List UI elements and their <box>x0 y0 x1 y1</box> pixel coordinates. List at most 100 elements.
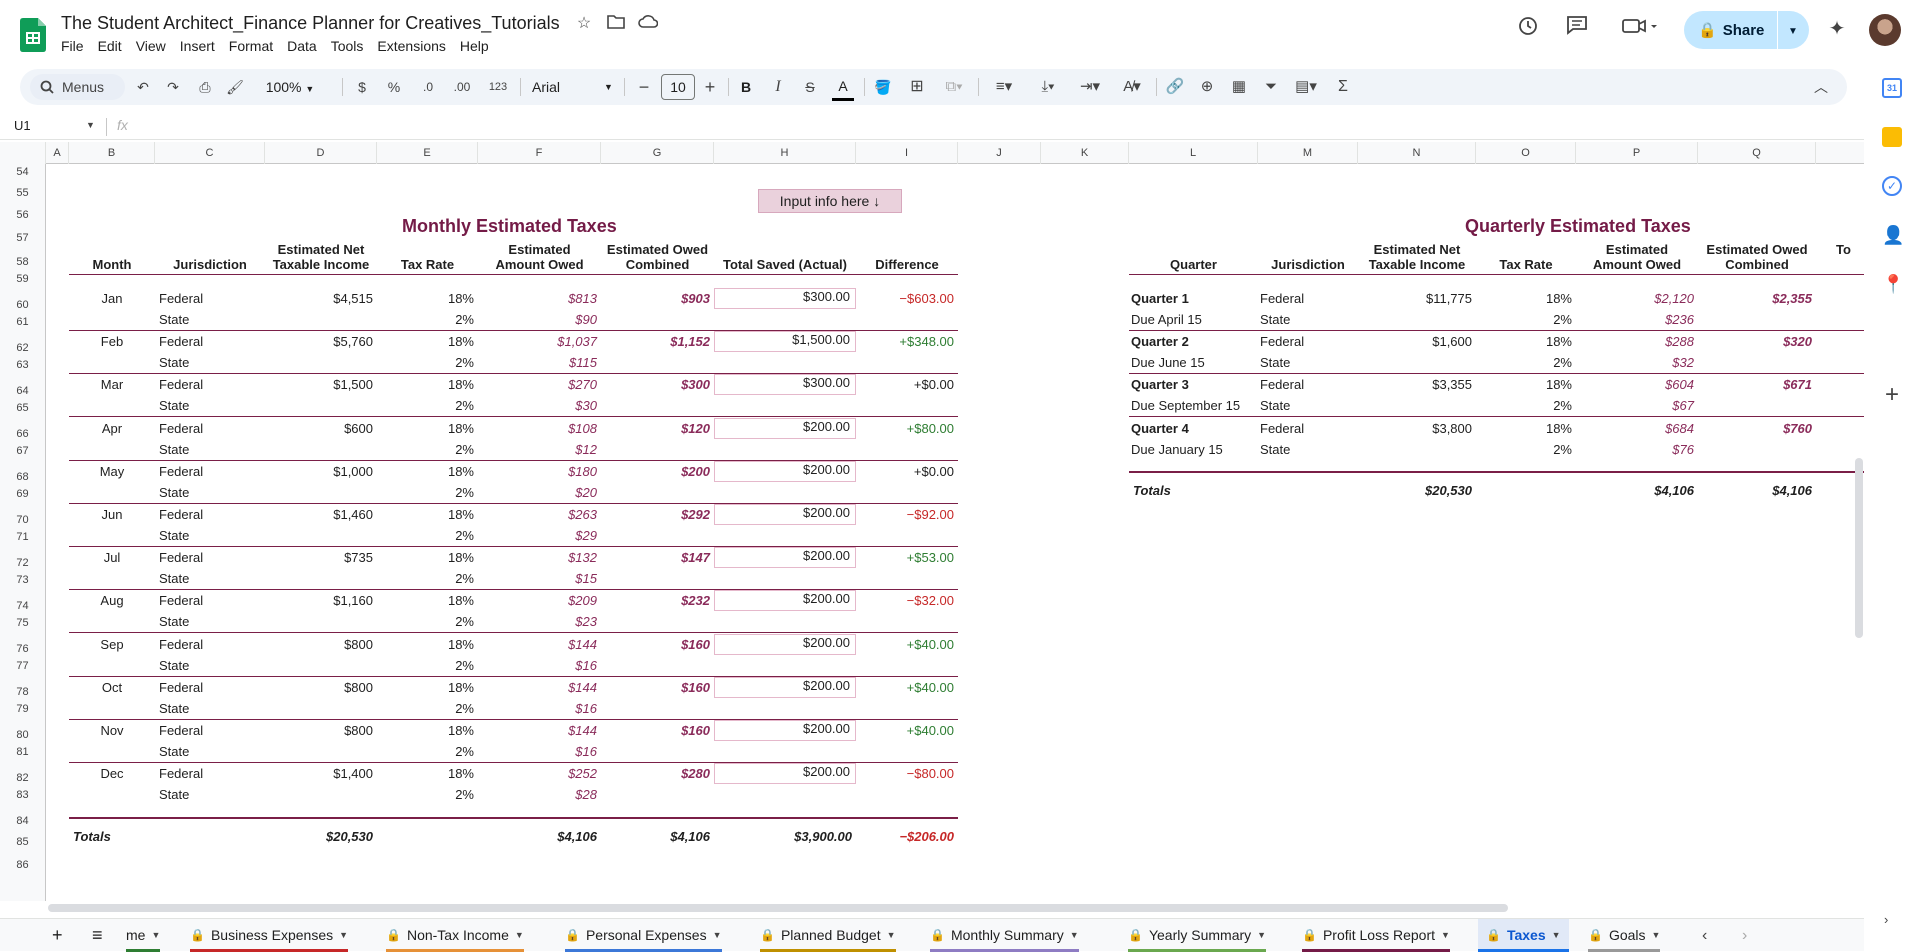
quarterly-totals-label[interactable]: Totals <box>1133 483 1223 499</box>
row-header[interactable]: 74 <box>0 600 45 612</box>
owed-combined-cell[interactable]: $280 <box>601 766 710 782</box>
more-formats-button[interactable]: 123 <box>484 69 512 105</box>
all-sheets-icon[interactable]: ≡ <box>92 919 103 952</box>
amount-owed-cell[interactable]: $263 <box>478 507 597 523</box>
total-saved-value[interactable]: $300.00 <box>718 289 850 305</box>
jurisdiction-cell[interactable]: Federal <box>1260 291 1356 307</box>
tax-rate-cell[interactable]: 18% <box>377 377 474 393</box>
row-header[interactable]: 68 <box>0 471 45 483</box>
menu-data[interactable]: Data <box>280 36 324 56</box>
net-income-cell[interactable]: $800 <box>265 723 373 739</box>
comments-icon[interactable] <box>1563 15 1591 43</box>
row-header[interactable]: 75 <box>0 617 45 629</box>
owed-combined-cell[interactable]: $320 <box>1698 334 1812 350</box>
quarter-cell[interactable]: Quarter 3 <box>1131 377 1256 393</box>
owed-combined-cell[interactable]: $2,355 <box>1698 291 1812 307</box>
avatar[interactable] <box>1869 14 1901 46</box>
row-header[interactable]: 77 <box>0 660 45 672</box>
jurisdiction-cell[interactable]: State <box>159 398 265 414</box>
vertical-align-icon[interactable]: ⤓▾ <box>1032 69 1064 105</box>
jurisdiction-cell[interactable]: Federal <box>159 680 265 696</box>
decrease-font-size-button[interactable]: − <box>634 69 654 105</box>
sheets-logo-icon[interactable] <box>20 18 46 52</box>
row-header[interactable]: 80 <box>0 729 45 741</box>
difference-cell[interactable]: −$603.00 <box>856 291 954 307</box>
meet-icon[interactable] <box>1618 15 1664 43</box>
col-header-p[interactable]: P <box>1576 142 1698 164</box>
totals-owed-combined[interactable]: $4,106 <box>601 829 710 845</box>
row-header[interactable]: 76 <box>0 643 45 655</box>
month-cell[interactable]: May <box>69 464 155 480</box>
version-history-icon[interactable] <box>1514 15 1542 43</box>
net-income-cell[interactable]: $1,400 <box>265 766 373 782</box>
tab-menu-icon[interactable]: ▼ <box>1552 919 1561 952</box>
amount-owed-cell[interactable]: $813 <box>478 291 597 307</box>
scroll-tabs-left-icon[interactable]: ‹ <box>1702 919 1707 952</box>
owed-combined-cell[interactable]: $760 <box>1698 421 1812 437</box>
jurisdiction-cell[interactable]: Federal <box>159 766 265 782</box>
tab-menu-icon[interactable]: ▼ <box>1441 919 1450 952</box>
zoom-select[interactable]: 100% ▼ <box>260 69 320 105</box>
amount-owed-cell[interactable]: $29 <box>478 528 597 544</box>
owed-combined-cell[interactable]: $292 <box>601 507 710 523</box>
tab-menu-icon[interactable]: ▼ <box>1257 919 1266 952</box>
strikethrough-icon[interactable]: S <box>800 69 820 105</box>
quarterly-totals-net-income[interactable]: $20,530 <box>1358 483 1472 499</box>
col-header-g[interactable]: G <box>601 142 714 164</box>
amount-owed-cell[interactable]: $76 <box>1576 442 1694 458</box>
due-date-cell[interactable]: Due April 15 <box>1131 312 1256 328</box>
col-header-o[interactable]: O <box>1476 142 1576 164</box>
col-header-f[interactable]: F <box>478 142 601 164</box>
difference-cell[interactable]: −$92.00 <box>856 507 954 523</box>
tax-rate-cell[interactable]: 18% <box>377 507 474 523</box>
insert-comment-icon[interactable]: ⊕ <box>1196 69 1218 105</box>
row-header[interactable]: 64 <box>0 385 45 397</box>
difference-cell[interactable]: +$40.00 <box>856 680 954 696</box>
jurisdiction-cell[interactable]: State <box>159 614 265 630</box>
insert-chart-icon[interactable]: ▦ <box>1228 69 1250 105</box>
tab-menu-icon[interactable]: ▼ <box>713 919 722 952</box>
net-income-cell[interactable]: $600 <box>265 421 373 437</box>
jurisdiction-cell[interactable]: Federal <box>159 550 265 566</box>
name-box-dropdown-icon[interactable]: ▼ <box>86 120 95 130</box>
quarter-cell[interactable]: Quarter 4 <box>1131 421 1256 437</box>
add-addon-icon[interactable]: + <box>1880 383 1904 408</box>
sheet-tab[interactable]: 🔒 Personal Expenses ▼ <box>565 919 722 952</box>
menu-tools[interactable]: Tools <box>324 36 371 56</box>
quarter-cell[interactable]: Quarter 2 <box>1131 334 1256 350</box>
sheet-tab[interactable]: me ▼ <box>126 919 161 952</box>
tax-rate-cell[interactable]: 18% <box>1476 421 1572 437</box>
tax-rate-cell[interactable]: 2% <box>1476 442 1572 458</box>
share-dropdown-icon[interactable]: ▼ <box>1788 26 1798 37</box>
net-income-cell[interactable]: $1,160 <box>265 593 373 609</box>
row-header[interactable]: 57 <box>0 232 45 244</box>
tab-menu-icon[interactable]: ▼ <box>515 919 524 952</box>
amount-owed-cell[interactable]: $132 <box>478 550 597 566</box>
amount-owed-cell[interactable]: $684 <box>1576 421 1694 437</box>
row-header[interactable]: 70 <box>0 514 45 526</box>
tax-rate-cell[interactable]: 18% <box>377 334 474 350</box>
text-wrapping-icon[interactable]: ⇥▾ <box>1074 69 1106 105</box>
row-header[interactable]: 65 <box>0 402 45 414</box>
functions-icon[interactable]: Σ <box>1332 69 1354 105</box>
net-income-cell[interactable]: $3,800 <box>1358 421 1472 437</box>
tax-rate-cell[interactable]: 2% <box>377 528 474 544</box>
jurisdiction-cell[interactable]: State <box>159 701 265 717</box>
difference-cell[interactable]: +$80.00 <box>856 421 954 437</box>
jurisdiction-cell[interactable]: Federal <box>1260 377 1356 393</box>
tax-rate-cell[interactable]: 2% <box>377 701 474 717</box>
jurisdiction-cell[interactable]: State <box>159 355 265 371</box>
row-header[interactable]: 83 <box>0 789 45 801</box>
horizontal-scrollbar[interactable] <box>48 904 1508 912</box>
jurisdiction-cell[interactable]: Federal <box>159 593 265 609</box>
amount-owed-cell[interactable]: $2,120 <box>1576 291 1694 307</box>
menu-insert[interactable]: Insert <box>173 36 222 56</box>
col-header-a[interactable]: A <box>46 142 69 164</box>
jurisdiction-cell[interactable]: State <box>159 442 265 458</box>
col-header-e[interactable]: E <box>377 142 478 164</box>
text-color-icon[interactable]: A <box>832 71 854 101</box>
jurisdiction-cell[interactable]: State <box>1260 442 1356 458</box>
formula-input[interactable] <box>140 116 1840 138</box>
jurisdiction-cell[interactable]: Federal <box>159 723 265 739</box>
sheet-tab[interactable]: 🔒 Monthly Summary ▼ <box>930 919 1079 952</box>
